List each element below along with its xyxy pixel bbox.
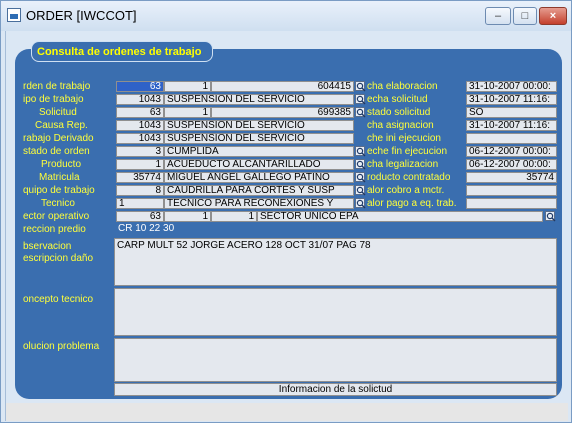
equipo-code-field[interactable]: 8 bbox=[116, 185, 164, 196]
valor-cobro-field[interactable] bbox=[466, 185, 557, 196]
producto-desc-field[interactable]: ACUEDUCTO ALCANTARILLADO bbox=[164, 159, 354, 170]
solicitud-field-2[interactable]: 1 bbox=[164, 107, 211, 118]
equipo-desc-field[interactable]: CAUDRILLA PARA CORTES Y SUSP bbox=[164, 185, 354, 196]
tecnico-code-field[interactable]: 1 bbox=[116, 198, 164, 209]
label-tecnico: Tecnico bbox=[41, 198, 75, 209]
fecha-ini-ejecucion-field[interactable] bbox=[466, 133, 557, 144]
label-sector-operativo: ector operativo bbox=[23, 211, 90, 222]
lov-icon[interactable] bbox=[355, 107, 366, 118]
label-producto: Producto bbox=[41, 159, 82, 170]
order-window: ORDER [IWCCOT] – □ × Consulta de ordenes… bbox=[0, 0, 572, 423]
label-producto-contratado: roducto contratado bbox=[367, 172, 451, 183]
label-fecha-legalizacion: cha legalizacion bbox=[367, 159, 439, 170]
fecha-solicitud-field[interactable]: 31-10-2007 11:16: bbox=[466, 94, 557, 105]
tipo-code-field[interactable]: 1043 bbox=[116, 94, 164, 105]
matricula-desc-field[interactable]: MIGUEL ANGEL GALLEGO PATIÑO bbox=[164, 172, 354, 183]
label-tipo-trabajo: ipo de trabajo bbox=[23, 94, 84, 105]
fecha-legalizacion-field[interactable]: 06-12-2007 00:00: bbox=[466, 159, 557, 170]
valor-pago-field[interactable] bbox=[466, 198, 557, 209]
minimize-button[interactable]: – bbox=[485, 7, 511, 25]
label-trabajo-derivado: rabajo Derivado bbox=[23, 133, 94, 144]
close-button[interactable]: × bbox=[539, 7, 567, 25]
label-estado-orden: stado de orden bbox=[23, 146, 90, 157]
maximize-button[interactable]: □ bbox=[513, 7, 537, 25]
label-solicitud: Solicitud bbox=[39, 107, 77, 118]
solicitud-field-1[interactable]: 63 bbox=[116, 107, 164, 118]
label-orden-trabajo: rden de trabajo bbox=[23, 81, 91, 92]
concepto-tecnico-textarea[interactable] bbox=[114, 288, 557, 336]
producto-code-field[interactable]: 1 bbox=[116, 159, 164, 170]
fecha-asignacion-field[interactable]: 31-10-2007 11:16: bbox=[466, 120, 557, 131]
lov-icon[interactable] bbox=[355, 81, 366, 92]
canvas-bottom-strip bbox=[6, 403, 568, 421]
label-fecha-asignacion: cha asignacion bbox=[367, 120, 434, 131]
sector-field-1[interactable]: 63 bbox=[116, 211, 164, 222]
derivado-desc-field[interactable]: SUSPENSION DEL SERVICIO bbox=[164, 133, 354, 144]
title-bar[interactable]: ORDER [IWCCOT] – □ × bbox=[1, 1, 571, 31]
label-fecha-ini-ejecucion: che ini ejecucion bbox=[367, 133, 441, 144]
lov-icon[interactable] bbox=[355, 159, 366, 170]
page-title: Consulta de ordenes de trabajo bbox=[37, 46, 202, 58]
estado-code-field[interactable]: 3 bbox=[116, 146, 164, 157]
derivado-code-field[interactable]: 1043 bbox=[116, 133, 164, 144]
estado-desc-field[interactable]: CUMPLIDA bbox=[164, 146, 354, 157]
sector-field-3[interactable]: 1 bbox=[211, 211, 257, 222]
fecha-elaboracion-field[interactable]: 31-10-2007 00:00: bbox=[466, 81, 557, 92]
solucion-problema-textarea[interactable] bbox=[114, 338, 557, 382]
label-descripcion-dano: escripcion daño bbox=[23, 253, 94, 264]
lov-icon[interactable] bbox=[355, 94, 366, 105]
matricula-code-field[interactable]: 35774 bbox=[116, 172, 164, 183]
orden-field-3[interactable]: 604415 bbox=[211, 81, 354, 92]
label-fecha-elaboracion: cha elaboracion bbox=[367, 81, 438, 92]
label-estado-solicitud: stado solicitud bbox=[367, 107, 431, 118]
observacion-text: CARP MULT 52 JORGE ACERO 128 OCT 31/07 P… bbox=[117, 240, 371, 251]
lov-icon[interactable] bbox=[545, 211, 556, 222]
sector-desc-field[interactable]: SECTOR UNICO EPA bbox=[257, 211, 543, 222]
solicitud-field-3[interactable]: 699385 bbox=[211, 107, 354, 118]
label-equipo-trabajo: quipo de trabajo bbox=[23, 185, 95, 196]
label-fecha-fin-ejecucion: eche fin ejecucion bbox=[367, 146, 448, 157]
label-observacion: bservacion bbox=[23, 241, 72, 252]
lov-icon[interactable] bbox=[355, 172, 366, 183]
orden-field-1[interactable]: 63 bbox=[116, 81, 164, 92]
lov-icon[interactable] bbox=[355, 146, 366, 157]
info-solicitud-bar: Informacion de la solictud bbox=[114, 383, 557, 396]
label-solucion-problema: olucion problema bbox=[23, 341, 100, 352]
label-causa-rep: Causa Rep. bbox=[35, 120, 88, 131]
window-title: ORDER [IWCCOT] bbox=[26, 8, 137, 23]
app-icon bbox=[7, 8, 21, 22]
fecha-fin-ejecucion-field[interactable]: 06-12-2007 00:00: bbox=[466, 146, 557, 157]
observacion-textarea[interactable]: CARP MULT 52 JORGE ACERO 128 OCT 31/07 P… bbox=[114, 238, 557, 286]
causa-desc-field[interactable]: SUSPENSION DEL SERVICIO bbox=[164, 120, 354, 131]
label-fecha-solicitud: echa solicitud bbox=[367, 94, 428, 105]
label-matricula: Matricula bbox=[39, 172, 80, 183]
label-valor-pago: alor pago a eq. trab. bbox=[367, 198, 457, 209]
label-valor-cobro: alor cobro a mctr. bbox=[367, 185, 445, 196]
lov-icon[interactable] bbox=[355, 198, 366, 209]
label-concepto-tecnico: oncepto tecnico bbox=[23, 294, 94, 305]
tipo-desc-field[interactable]: SUSPENSION DEL SERVICIO bbox=[164, 94, 354, 105]
producto-contratado-field[interactable]: 35774 bbox=[466, 172, 557, 183]
direccion-field[interactable]: CR 10 22 30 bbox=[116, 224, 557, 236]
causa-code-field[interactable]: 1043 bbox=[116, 120, 164, 131]
tecnico-desc-field[interactable]: TECNICO PARA RECONEXIONES Y bbox=[164, 198, 354, 209]
sector-field-2[interactable]: 1 bbox=[164, 211, 211, 222]
estado-solicitud-field[interactable]: SO bbox=[466, 107, 557, 118]
lov-icon[interactable] bbox=[355, 185, 366, 196]
label-direccion-predio: reccion predio bbox=[23, 224, 86, 235]
orden-field-2[interactable]: 1 bbox=[164, 81, 211, 92]
